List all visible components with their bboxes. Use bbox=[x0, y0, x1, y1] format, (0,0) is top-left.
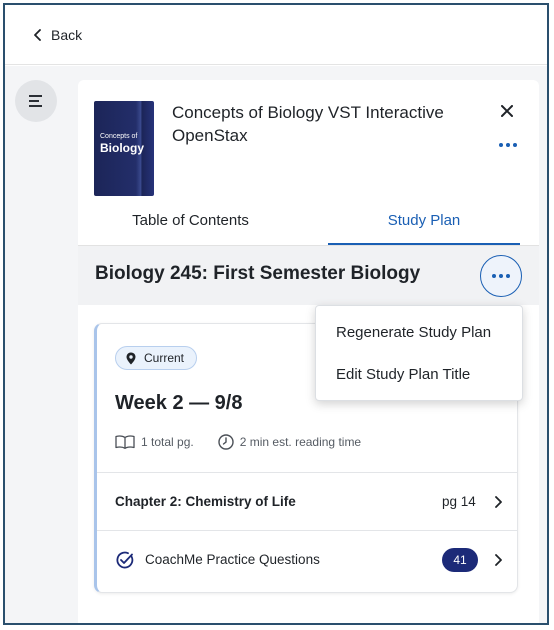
menu-toggle-button[interactable] bbox=[15, 80, 57, 122]
pages-meta: 1 total pg. bbox=[115, 435, 194, 449]
cover-subtitle: Concepts of bbox=[100, 133, 138, 140]
close-button[interactable] bbox=[496, 100, 518, 122]
coachme-row[interactable]: CoachMe Practice Questions 41 bbox=[97, 530, 517, 588]
reading-time-text: 2 min est. reading time bbox=[239, 435, 362, 449]
pages-text: 1 total pg. bbox=[141, 435, 194, 449]
top-bar: Back bbox=[5, 5, 547, 65]
clock-icon bbox=[218, 434, 234, 450]
chevron-right-icon bbox=[495, 496, 502, 508]
current-badge-label: Current bbox=[144, 351, 185, 365]
open-book-icon bbox=[115, 435, 135, 449]
study-plan-header: Biology 245: First Semester Biology bbox=[78, 245, 539, 305]
reading-time-meta: 2 min est. reading time bbox=[218, 434, 361, 450]
question-count-badge: 41 bbox=[442, 548, 478, 572]
study-plan-more-button[interactable] bbox=[480, 255, 522, 297]
chapter-page: pg 14 bbox=[442, 494, 476, 509]
chevron-left-icon bbox=[34, 28, 41, 41]
ellipsis-icon bbox=[499, 143, 517, 147]
tab-table-of-contents[interactable]: Table of Contents bbox=[98, 208, 283, 245]
chapter-label: Chapter 2: Chemistry of Life bbox=[115, 494, 296, 509]
book-title: Concepts of Biology VST Interactive Open… bbox=[172, 103, 444, 145]
hamburger-icon bbox=[29, 95, 42, 107]
week-title: Week 2 — 9/8 bbox=[115, 392, 243, 414]
location-pin-icon bbox=[126, 352, 136, 364]
menu-item-edit-study-plan-title[interactable]: Edit Study Plan Title bbox=[316, 354, 522, 394]
back-label: Back bbox=[51, 26, 83, 43]
book-cover-image: Concepts of Biology bbox=[94, 101, 154, 196]
close-icon bbox=[501, 105, 513, 117]
book-more-button[interactable] bbox=[496, 138, 520, 152]
back-button[interactable]: Back bbox=[33, 27, 82, 43]
study-plan-menu: Regenerate Study Plan Edit Study Plan Ti… bbox=[315, 305, 523, 401]
checkmark-circle-icon bbox=[116, 551, 134, 569]
tab-bar: Table of Contents Study Plan bbox=[78, 208, 539, 245]
app-frame: Back Concepts of Biology Concepts of Bio… bbox=[3, 3, 549, 625]
chapter-row[interactable]: Chapter 2: Chemistry of Life pg 14 bbox=[97, 472, 517, 530]
current-badge: Current bbox=[115, 346, 198, 370]
menu-item-regenerate-study-plan[interactable]: Regenerate Study Plan bbox=[316, 312, 522, 352]
tab-study-plan[interactable]: Study Plan bbox=[328, 208, 520, 245]
coachme-label: CoachMe Practice Questions bbox=[145, 552, 320, 567]
ellipsis-icon bbox=[492, 274, 510, 278]
week-meta: 1 total pg. 2 min est. reading time bbox=[115, 434, 361, 450]
chevron-right-icon bbox=[495, 554, 502, 566]
study-plan-title: Biology 245: First Semester Biology bbox=[95, 263, 421, 284]
cover-title: Biology bbox=[100, 141, 144, 155]
